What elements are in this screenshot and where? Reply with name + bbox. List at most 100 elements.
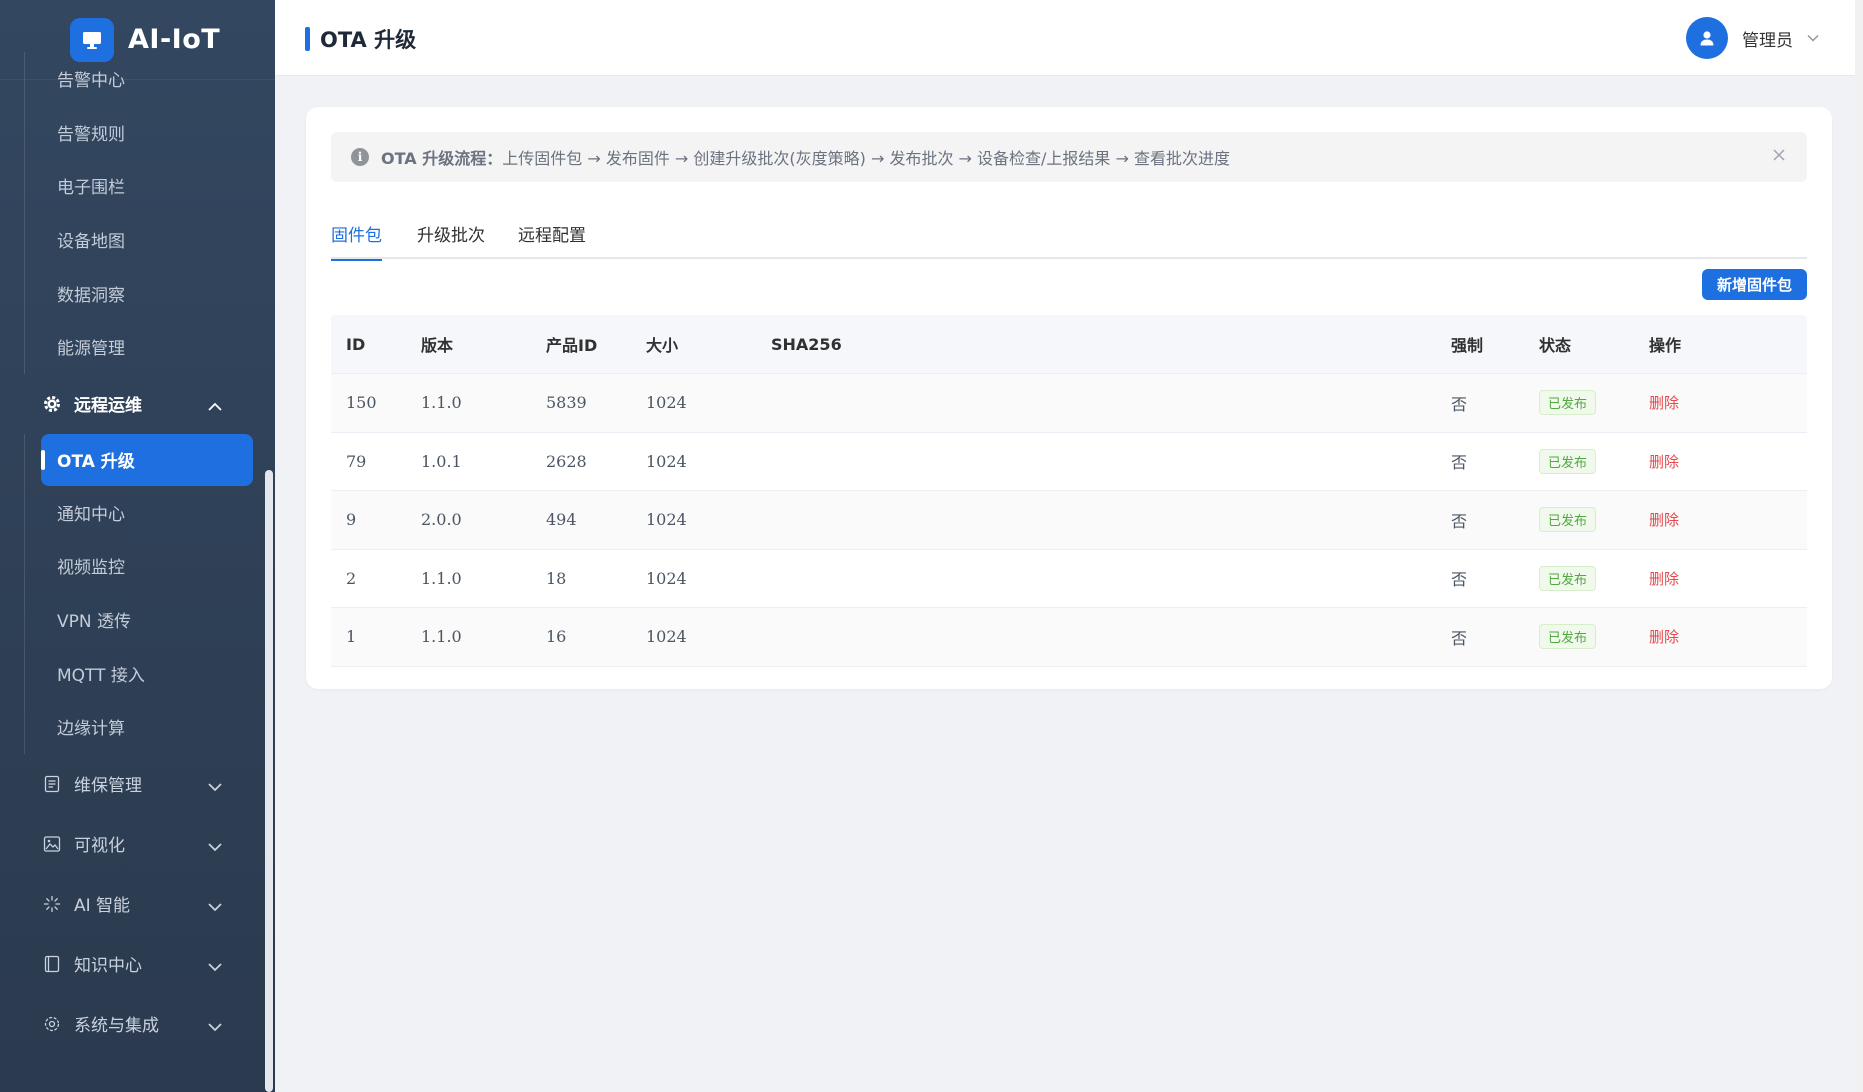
sidebar-group-label: 可视化: [74, 836, 125, 857]
cell-force: 否: [1451, 511, 1468, 531]
col-actions: 操作: [1649, 336, 1682, 355]
info-icon: i: [351, 148, 369, 166]
sidebar-item-alarm-rules[interactable]: 告警规则: [25, 106, 265, 160]
cell-product-id: 2628: [546, 451, 587, 471]
sidebar-item-video[interactable]: 视频监控: [25, 539, 265, 593]
sidebar-group-remote-ops[interactable]: 远程运维: [0, 374, 265, 434]
sidebar-group-visualization[interactable]: 可视化: [0, 814, 265, 874]
cell-force: 否: [1451, 628, 1468, 648]
sidebar-top-items: 告警中心 告警规则 电子围栏 设备地图 数据洞察 能源管理: [24, 52, 265, 374]
chevron-down-icon: [207, 957, 223, 977]
delete-link[interactable]: 删除: [1649, 451, 1679, 472]
cell-force: 否: [1451, 453, 1468, 473]
sidebar-remote-ops-items: OTA 升级 通知中心 视频监控 VPN 透传 MQTT 接入 边缘计算: [24, 433, 265, 754]
tab-firmware[interactable]: 固件包: [331, 221, 382, 261]
chevron-down-icon: [207, 897, 223, 917]
table-row: 9 2.0.0 494 1024 否 已发布 删除: [331, 491, 1807, 550]
cell-id: 79: [346, 451, 367, 471]
cell-size: 1024: [646, 393, 687, 413]
cell-size: 1024: [646, 627, 687, 647]
chevron-down-icon: [207, 777, 223, 797]
page-title: OTA 升级: [305, 24, 416, 54]
status-badge: 已发布: [1539, 390, 1597, 416]
col-status: 状态: [1539, 336, 1572, 355]
cell-product-id: 16: [546, 627, 567, 647]
user-name: 管理员: [1742, 30, 1793, 51]
cell-product-id: 494: [546, 510, 577, 530]
status-badge: 已发布: [1539, 507, 1597, 533]
sidebar-item-geofence[interactable]: 电子围栏: [25, 159, 265, 213]
table-row: 2 1.1.0 18 1024 否 已发布 删除: [331, 550, 1807, 608]
chevron-down-icon: [207, 1017, 223, 1037]
delete-link[interactable]: 删除: [1649, 392, 1679, 413]
sidebar-item-mqtt[interactable]: MQTT 接入: [25, 646, 265, 700]
cell-version: 1.1.0: [421, 627, 462, 647]
sidebar-scrollbar[interactable]: [265, 470, 273, 1092]
cell-size: 1024: [646, 568, 687, 588]
sidebar-item-device-map[interactable]: 设备地图: [25, 213, 265, 267]
sparkle-icon: [42, 894, 62, 914]
sidebar-group-label: AI 智能: [74, 896, 131, 917]
cell-version: 1.1.0: [421, 393, 462, 413]
cell-size: 1024: [646, 451, 687, 471]
cell-id: 2: [346, 568, 357, 588]
sidebar-group-system[interactable]: 系统与集成: [0, 994, 265, 1054]
tab-remote-config[interactable]: 远程配置: [518, 221, 586, 259]
col-force: 强制: [1451, 336, 1484, 355]
chevron-up-icon: [207, 397, 223, 417]
cell-version: 2.0.0: [421, 510, 462, 530]
add-firmware-button[interactable]: 新增固件包: [1701, 269, 1807, 300]
status-badge: 已发布: [1539, 448, 1597, 474]
cell-id: 150: [346, 393, 377, 413]
col-product-id: 产品ID: [546, 336, 598, 355]
delete-link[interactable]: 删除: [1649, 626, 1679, 647]
book-icon: [42, 954, 62, 974]
status-cell: 已发布: [1539, 390, 1597, 416]
gear-icon: [42, 394, 62, 414]
cell-force: 否: [1451, 570, 1468, 590]
sidebar-item-edge[interactable]: 边缘计算: [25, 700, 265, 754]
sidebar-group-label: 知识中心: [74, 956, 142, 977]
user-icon: [1686, 17, 1728, 59]
firmware-table: ID 版本 产品ID 大小 SHA256 强制 状态 操作 150 1.1.0 …: [331, 315, 1807, 667]
table-body: 150 1.1.0 5839 1024 否 已发布 删除 79 1.0.1 26…: [331, 374, 1807, 667]
page-title-text: OTA 升级: [320, 28, 417, 52]
alert-text: 上传固件包 → 发布固件 → 创建升级批次(灰度策略) → 发布批次 → 设备检…: [502, 149, 1231, 168]
cell-size: 1024: [646, 510, 687, 530]
close-icon[interactable]: [1771, 147, 1787, 167]
sidebar-group-maintenance[interactable]: 维保管理: [0, 754, 265, 814]
chevron-down-icon: [1807, 34, 1819, 42]
title-accent-bar: [305, 27, 310, 51]
table-row: 79 1.0.1 2628 1024 否 已发布 删除: [331, 433, 1807, 491]
sidebar-group-ai[interactable]: AI 智能: [0, 874, 265, 934]
page-scrollbar[interactable]: [1855, 0, 1863, 1092]
status-badge: 已发布: [1539, 565, 1597, 591]
firmware-card: i OTA 升级流程： 上传固件包 → 发布固件 → 创建升级批次(灰度策略) …: [306, 107, 1832, 689]
sidebar-group-label: 维保管理: [74, 776, 142, 797]
document-icon: [42, 774, 62, 794]
user-menu[interactable]: 管理员: [1686, 17, 1819, 59]
cell-version: 1.0.1: [421, 451, 462, 471]
delete-link[interactable]: 删除: [1649, 509, 1679, 530]
status-cell: 已发布: [1539, 448, 1597, 474]
top-header: OTA 升级 管理员: [275, 0, 1863, 76]
col-version: 版本: [421, 336, 454, 355]
sidebar-group-knowledge[interactable]: 知识中心: [0, 934, 265, 994]
sidebar-item-notification[interactable]: 通知中心: [25, 486, 265, 540]
alert-title: OTA 升级流程：: [381, 149, 503, 168]
sidebar-group-label: 系统与集成: [74, 1016, 159, 1037]
tab-upgrade-batch[interactable]: 升级批次: [417, 221, 485, 259]
delete-link[interactable]: 删除: [1649, 568, 1679, 589]
sidebar-item-ota[interactable]: OTA 升级: [41, 433, 253, 486]
cell-id: 1: [346, 627, 357, 647]
status-cell: 已发布: [1539, 507, 1597, 533]
status-badge: 已发布: [1539, 624, 1597, 650]
cell-product-id: 5839: [546, 393, 587, 413]
sidebar-item-vpn[interactable]: VPN 透传: [25, 593, 265, 647]
sidebar-item-energy[interactable]: 能源管理: [25, 320, 265, 374]
cell-id: 9: [346, 510, 357, 530]
table-header: ID 版本 产品ID 大小 SHA256 强制 状态 操作: [331, 315, 1807, 374]
sidebar-item-alarm-center[interactable]: 告警中心: [25, 52, 265, 106]
sidebar-item-data-insight[interactable]: 数据洞察: [25, 266, 265, 320]
sidebar: AI-IoT 告警中心 告警规则 电子围栏 设备地图 数据洞察 能源管理 远程运…: [0, 0, 275, 1092]
